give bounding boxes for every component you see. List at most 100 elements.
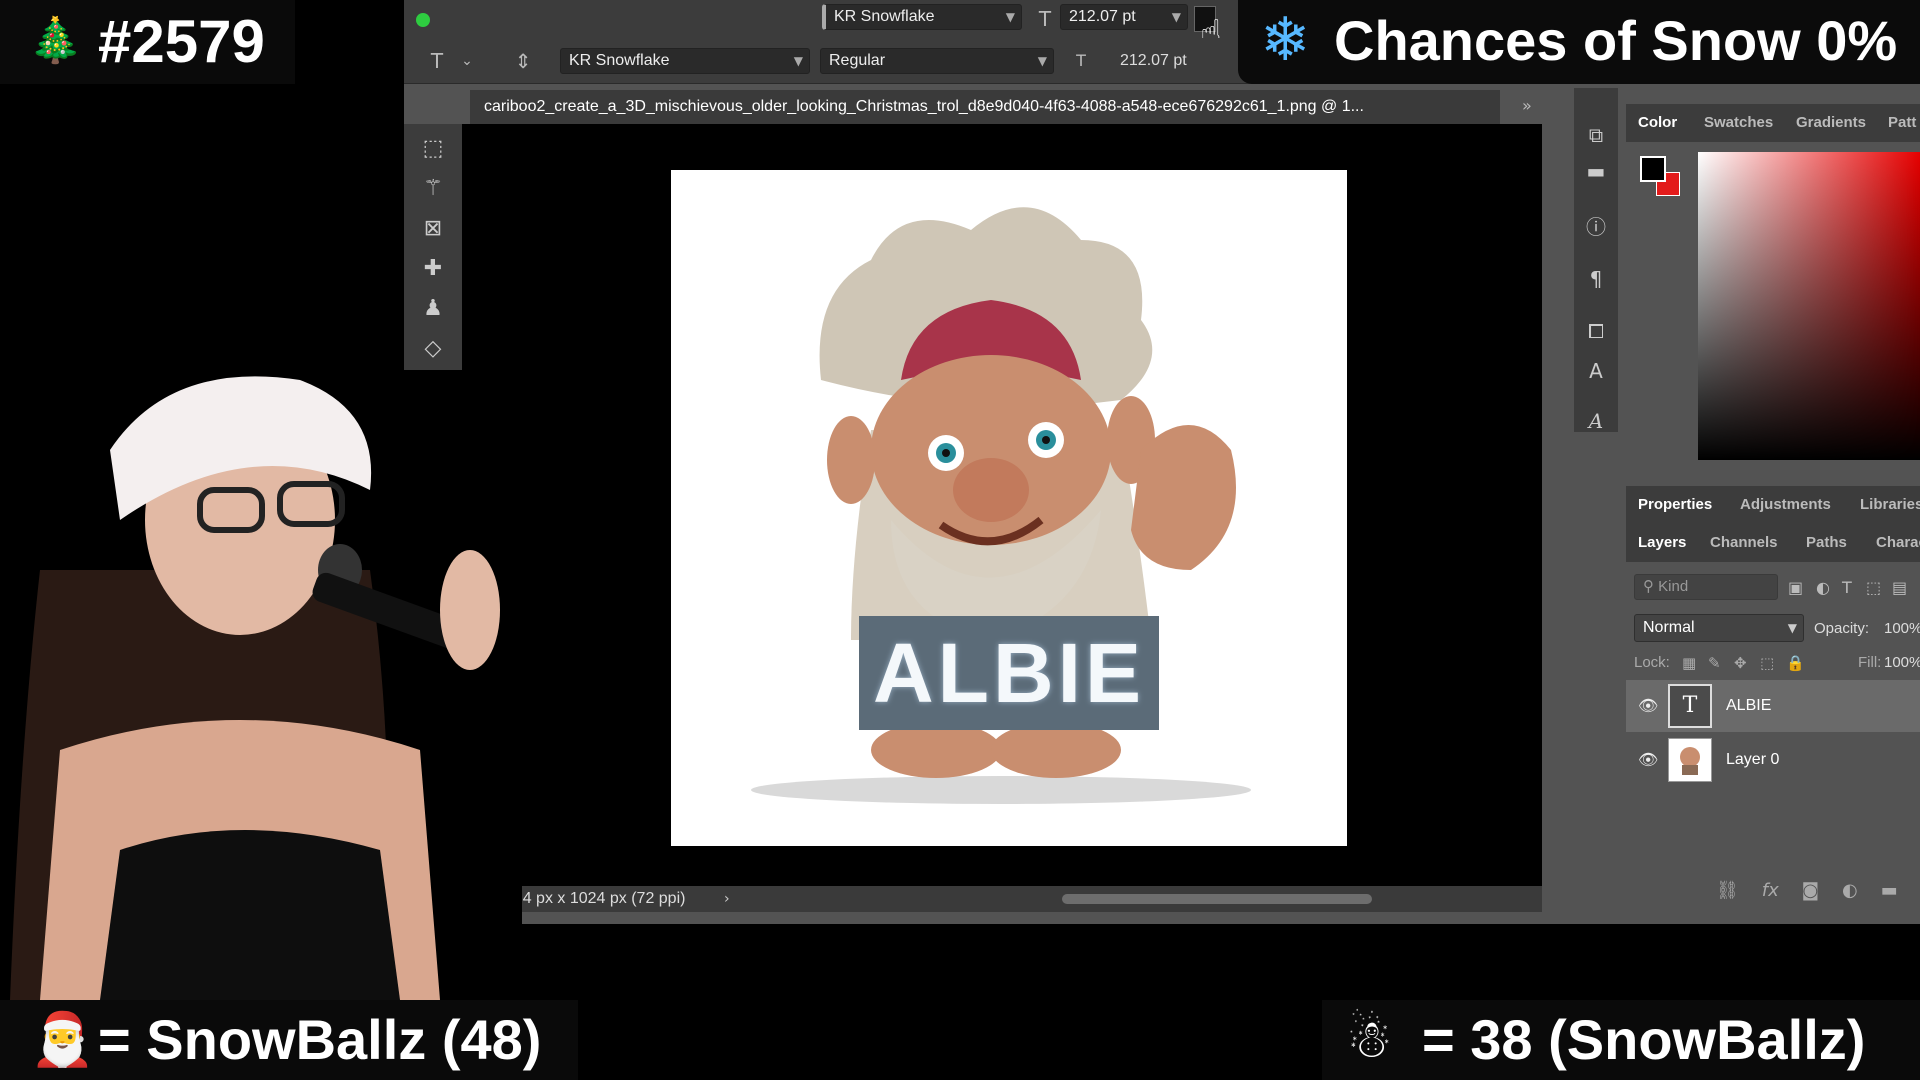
eraser-tool-icon[interactable]: ◇ bbox=[416, 332, 450, 366]
christmas-tree-icon: 🎄 bbox=[28, 15, 83, 66]
clone-stamp-tool-icon[interactable]: ♟ bbox=[416, 292, 450, 326]
santa-score-overlay: 🎅 = SnowBallz (48) bbox=[0, 1000, 578, 1080]
type-filter-icon[interactable]: T bbox=[1842, 578, 1852, 597]
chevron-down-icon: ▼ bbox=[1171, 10, 1181, 24]
smart-object-filter-icon[interactable]: ▤ bbox=[1892, 578, 1907, 597]
comments-icon[interactable]: ▬ bbox=[1582, 156, 1610, 186]
tab-properties[interactable]: Properties bbox=[1638, 486, 1712, 524]
magic-wand-tool-icon[interactable]: ⚚ bbox=[416, 172, 450, 206]
tab-paths[interactable]: Paths bbox=[1806, 524, 1847, 562]
font-size-icon: T bbox=[1076, 51, 1086, 70]
text-layer-thumbnail: T bbox=[1668, 684, 1712, 728]
color-picker-field[interactable] bbox=[1698, 152, 1920, 460]
font-family-dropdown[interactable]: KR Snowflake ▼ bbox=[560, 48, 810, 74]
title-size-dropdown[interactable]: 212.07 pt ▼ bbox=[1060, 4, 1188, 30]
tab-adjustments[interactable]: Adjustments bbox=[1740, 486, 1831, 524]
eye-icon[interactable]: 👁 bbox=[1638, 696, 1658, 715]
marquee-tool-icon[interactable]: ⬚ bbox=[416, 132, 450, 166]
title-size-value: 212.07 pt bbox=[1069, 8, 1136, 25]
snowman-icon: ☃ bbox=[1346, 1010, 1393, 1070]
fill-value[interactable]: 100% bbox=[1884, 654, 1920, 671]
horizontal-scrollbar[interactable] bbox=[1062, 894, 1372, 904]
lock-transparency-icon[interactable]: ▦ bbox=[1682, 654, 1696, 672]
window-zoom-button[interactable] bbox=[416, 13, 430, 27]
webcam-feed bbox=[0, 370, 522, 1000]
history-icon[interactable]: ⧉ bbox=[1582, 120, 1610, 150]
layer-row-layer0[interactable]: 👁 Layer 0 bbox=[1626, 734, 1920, 786]
layer-row-albie[interactable]: 👁 T ALBIE bbox=[1626, 680, 1920, 732]
glyphs-icon[interactable]: A bbox=[1582, 406, 1610, 436]
opacity-value[interactable]: 100% bbox=[1884, 620, 1920, 637]
tab-channels[interactable]: Channels bbox=[1710, 524, 1778, 562]
healing-brush-tool-icon[interactable]: ✚ bbox=[416, 252, 450, 286]
eye-icon[interactable]: 👁 bbox=[1638, 750, 1658, 769]
tab-color[interactable]: Color bbox=[1638, 104, 1677, 142]
episode-overlay: 🎄 #2579 bbox=[0, 0, 295, 84]
right-panels: Color Swatches Gradients Patt Properties… bbox=[1626, 104, 1920, 912]
lock-artboard-icon[interactable]: ⬚ bbox=[1760, 654, 1774, 672]
link-layers-icon[interactable]: ⛓ bbox=[1716, 880, 1739, 901]
fx-icon[interactable]: fx bbox=[1762, 880, 1779, 901]
font-family-value: KR Snowflake bbox=[569, 52, 670, 69]
chevron-right-icon[interactable]: › bbox=[724, 886, 730, 912]
font-style-dropdown[interactable]: Regular ▼ bbox=[820, 48, 1054, 74]
screen: KR Snowflake ▼ T 212.07 pt ▼ ☝ T ⌄ ⇕ KR … bbox=[0, 0, 1920, 1080]
lock-all-icon[interactable]: 🔒 bbox=[1786, 654, 1805, 672]
canvas-area[interactable]: ALBIE bbox=[462, 124, 1542, 886]
pixel-filter-icon[interactable]: ▣ bbox=[1788, 578, 1803, 597]
tab-gradients[interactable]: Gradients bbox=[1796, 104, 1866, 142]
font-style-value: Regular bbox=[829, 52, 886, 69]
layer-filter-kind[interactable]: ⚲ Kind bbox=[1634, 574, 1778, 600]
info-icon[interactable]: ⓘ bbox=[1582, 212, 1610, 242]
tab-libraries[interactable]: Libraries bbox=[1860, 486, 1920, 524]
santa-score-text: = SnowBallz (48) bbox=[98, 1008, 542, 1071]
tab-patterns[interactable]: Patt bbox=[1888, 104, 1916, 142]
title-font-value: KR Snowflake bbox=[834, 8, 935, 25]
snow-chance-overlay: ❄ Chances of Snow 0% bbox=[1238, 0, 1920, 84]
tab-layers[interactable]: Layers bbox=[1638, 524, 1686, 562]
layers-tabs: Layers Channels Paths Charac bbox=[1626, 524, 1920, 562]
mask-icon[interactable]: ◙ bbox=[1802, 880, 1819, 901]
type-tool-icon[interactable]: T bbox=[424, 48, 450, 74]
layers-panel: ⚲ Kind ▣ ◐ T ⬚ ▤ Normal ▼ Opacity: 100% … bbox=[1626, 562, 1920, 912]
shape-filter-icon[interactable]: ⬚ bbox=[1866, 578, 1881, 597]
properties-tabs: Properties Adjustments Libraries bbox=[1626, 486, 1920, 524]
document-tab[interactable]: cariboo2_create_a_3D_mischievous_older_l… bbox=[470, 90, 1500, 124]
chevron-down-icon: ▼ bbox=[1037, 54, 1047, 68]
episode-number: #2579 bbox=[98, 8, 265, 75]
layer-filter-label: Kind bbox=[1658, 578, 1689, 595]
blend-mode-dropdown[interactable]: Normal ▼ bbox=[1634, 614, 1804, 642]
search-icon: ⚲ bbox=[1643, 578, 1659, 595]
chevron-down-icon: ▼ bbox=[1005, 10, 1015, 24]
character-styles-icon[interactable]: A bbox=[1582, 356, 1610, 386]
tab-swatches[interactable]: Swatches bbox=[1704, 104, 1773, 142]
albie-text-layer[interactable]: ALBIE bbox=[861, 616, 1157, 730]
font-size-icon: T bbox=[1038, 7, 1052, 31]
snowman-score-overlay: ☃ = 38 (SnowBallz) bbox=[1322, 1000, 1920, 1080]
troll-image bbox=[751, 207, 1251, 804]
lock-label: Lock: bbox=[1634, 654, 1670, 671]
color-foreground-swatch[interactable] bbox=[1640, 156, 1666, 182]
font-size-value[interactable]: 212.07 pt bbox=[1120, 48, 1187, 74]
chevron-down-icon: ▼ bbox=[793, 54, 803, 68]
frame-tool-icon[interactable]: ⊠ bbox=[416, 212, 450, 246]
new-group-icon[interactable]: ▬ bbox=[1881, 880, 1898, 901]
chevron-down-icon[interactable]: ⌄ bbox=[454, 48, 480, 74]
title-font-dropdown[interactable]: KR Snowflake ▼ bbox=[822, 4, 1022, 30]
document-canvas[interactable]: ALBIE bbox=[671, 170, 1347, 846]
tab-character[interactable]: Charac bbox=[1876, 524, 1920, 562]
snow-chance-text: Chances of Snow 0% bbox=[1334, 9, 1898, 72]
status-bar: 5 1024 px x 1024 px (72 ppi) › bbox=[462, 886, 1542, 912]
tab-overflow-icon[interactable]: » bbox=[1522, 96, 1532, 115]
paragraph-icon[interactable]: ¶ bbox=[1582, 264, 1610, 294]
lock-pixels-icon[interactable]: ✎ bbox=[1708, 654, 1721, 672]
snowflake-icon: ❄ bbox=[1260, 5, 1311, 75]
adjustment-filter-icon[interactable]: ◐ bbox=[1816, 578, 1830, 597]
layer-actions: ⛓ fx ◙ ◐ ▬ bbox=[1716, 880, 1898, 901]
panel-icon-strip: ⧉ ▬ ⓘ ¶ ⧠ A A bbox=[1574, 88, 1618, 433]
orientation-toggle-icon[interactable]: ⇕ bbox=[510, 48, 536, 74]
adjustment-layer-icon[interactable]: ◐ bbox=[1842, 880, 1858, 901]
paragraph-styles-icon[interactable]: ⧠ bbox=[1582, 316, 1610, 346]
document-dimensions: 1024 px x 1024 px (72 ppi) bbox=[496, 890, 686, 907]
lock-position-icon[interactable]: ✥ bbox=[1734, 654, 1747, 672]
